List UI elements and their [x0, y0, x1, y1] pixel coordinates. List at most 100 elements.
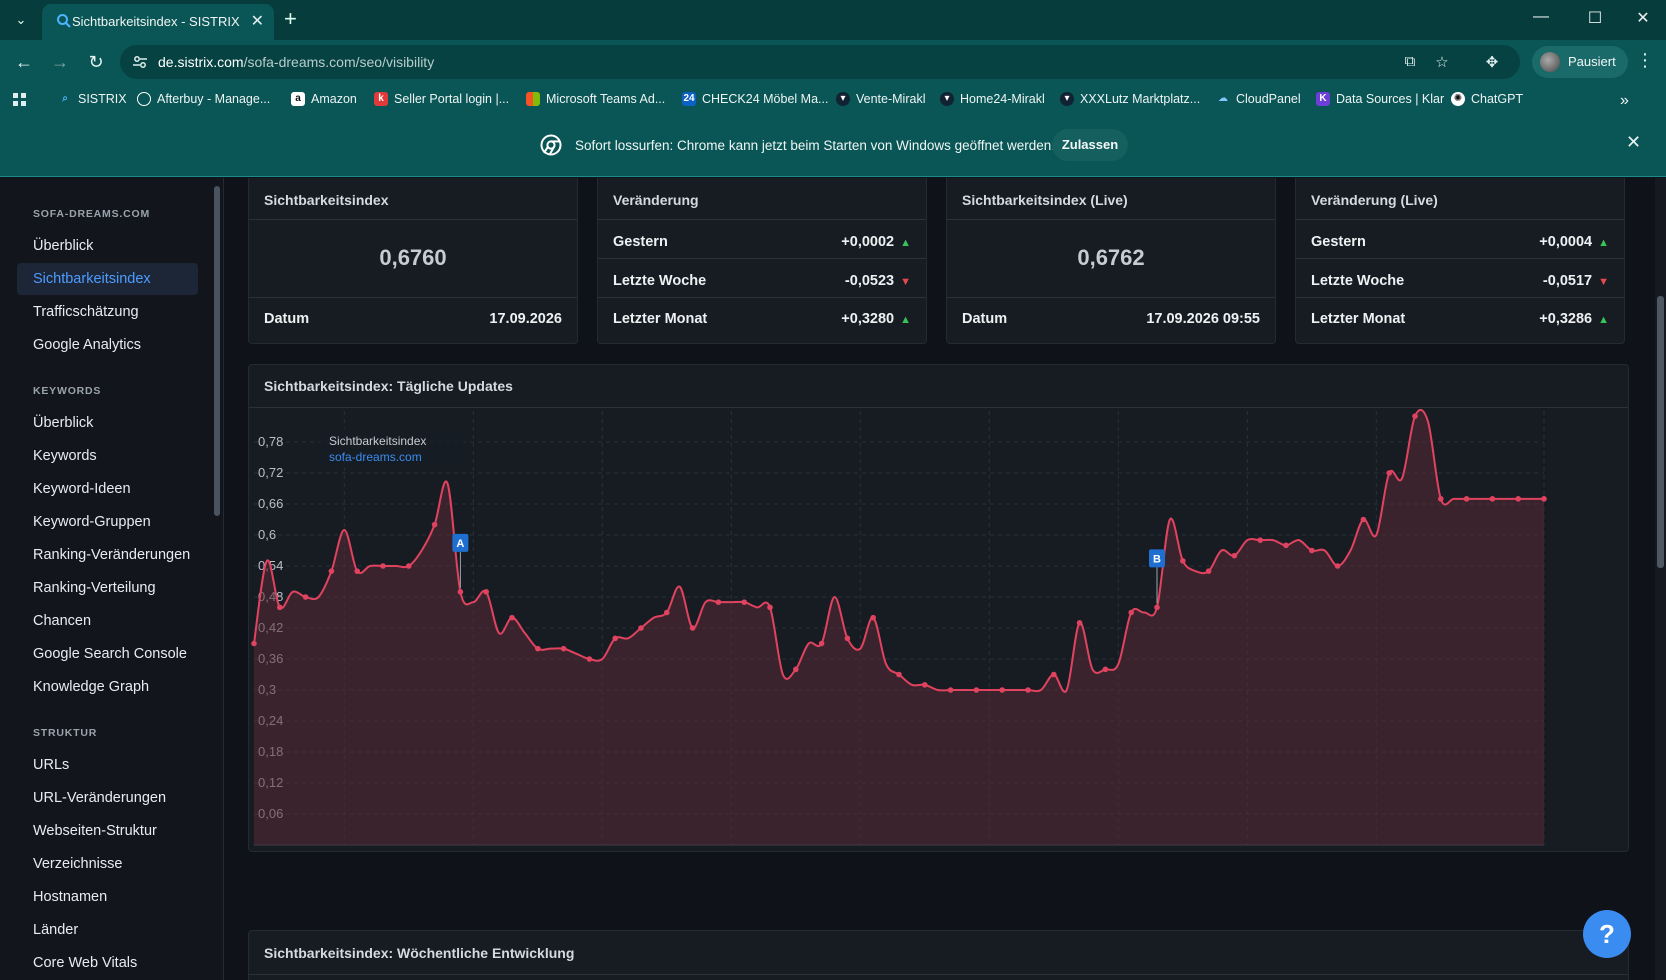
annotation-label: A	[456, 538, 464, 550]
bookmark-klar[interactable]: K Data Sources | Klar	[1316, 92, 1444, 106]
more-bookmarks-icon[interactable]: »	[1620, 92, 1629, 110]
bookmark-vente-mirakl[interactable]: ▾ Vente-Mirakl	[836, 92, 925, 106]
sidebar-item-ranking-distribution[interactable]: Ranking-Verteilung	[17, 572, 198, 604]
bookmark-afterbuy[interactable]: Afterbuy - Manage...	[137, 92, 270, 106]
sidebar-item-keywords[interactable]: Keywords	[17, 440, 198, 472]
data-point	[509, 614, 515, 621]
data-point	[586, 656, 593, 662]
sidebar-item-keyword-ideas[interactable]: Keyword-Ideen	[17, 473, 198, 505]
sidebar-item-countries[interactable]: Länder	[17, 914, 198, 946]
browser-menu-icon[interactable]: ⋮	[1636, 50, 1654, 71]
data-point	[483, 589, 489, 595]
sidebar-scrollbar[interactable]	[214, 186, 220, 516]
divider	[598, 258, 926, 259]
sidebar-item-visibility-index[interactable]: Sichtbarkeitsindex	[17, 263, 198, 295]
data-point	[922, 682, 928, 688]
tab-search-icon[interactable]: ⌄	[10, 10, 32, 30]
bookmarks-bar: ⌕ SISTRIX Afterbuy - Manage... a Amazon kS…	[0, 85, 1666, 115]
close-window-icon[interactable]: ✕	[1628, 8, 1658, 28]
data-point	[1386, 470, 1392, 476]
data-point	[1076, 620, 1083, 626]
mirakl-icon: ▾	[1060, 92, 1074, 106]
extensions-icon[interactable]: ✥	[1482, 53, 1502, 73]
sidebar-item-site-structure[interactable]: Webseiten-Struktur	[17, 815, 198, 847]
change-row-label: Gestern	[613, 234, 668, 250]
sidebar-item-overview[interactable]: Überblick	[17, 230, 198, 262]
sidebar: SOFA-DREAMS.COM Überblick Sichtbarkeitsi…	[0, 178, 224, 980]
data-point	[1489, 496, 1496, 502]
sidebar-item-keyword-groups[interactable]: Keyword-Gruppen	[17, 506, 198, 538]
change-row-label: Gestern	[1311, 234, 1366, 250]
chrome-logo-icon	[540, 134, 562, 156]
url-domain: de.sistrix.com	[158, 54, 244, 70]
bookmark-chatgpt[interactable]: ✺ ChatGPT	[1451, 92, 1523, 106]
sidebar-item-hostnames[interactable]: Hostnamen	[17, 881, 198, 913]
data-point	[1257, 537, 1263, 543]
data-point	[870, 614, 876, 621]
bookmark-amazon[interactable]: a Amazon	[291, 92, 357, 106]
sidebar-item-opportunities[interactable]: Chancen	[17, 605, 198, 637]
sidebar-item-keywords-overview[interactable]: Überblick	[17, 407, 198, 439]
trend-down-icon: ▼	[1598, 276, 1609, 288]
sidebar-item-google-analytics[interactable]: Google Analytics	[17, 329, 198, 361]
back-icon[interactable]: ←	[12, 52, 36, 72]
url-field[interactable]: de.sistrix.com/sofa-dreams.com/seo/visib…	[120, 45, 1520, 79]
data-point	[844, 635, 851, 642]
search-icon: ⌕	[62, 93, 68, 104]
bookmark-sistrix[interactable]: ⌕ SISTRIX	[58, 92, 126, 106]
browser-tab-bar: ⌄ Sichtbarkeitsindex - SISTRIX ✕ + — ☐ ✕	[0, 0, 1666, 40]
series-area	[254, 409, 1544, 845]
sidebar-section-keywords: KEYWORDS	[33, 385, 102, 397]
bookmark-xxxlutz[interactable]: ▾ XXXLutz Marktplatz...	[1060, 92, 1200, 106]
close-infobar-icon[interactable]: ✕	[1626, 132, 1641, 153]
sidebar-item-directories[interactable]: Verzeichnisse	[17, 848, 198, 880]
site-settings-icon[interactable]	[132, 54, 148, 70]
data-point	[302, 594, 309, 600]
minimize-icon[interactable]: —	[1526, 8, 1556, 26]
change-row-value: +0,0002 ▲	[841, 234, 911, 250]
visibility-chart[interactable]: 0,060,120,180,240,30,360,420,480,540,60,…	[249, 408, 1630, 853]
data-point	[328, 568, 335, 574]
profile-button[interactable]: Pausiert	[1532, 46, 1628, 78]
change-row-label: Letzter Monat	[613, 311, 708, 327]
browser-tab-active[interactable]: Sichtbarkeitsindex - SISTRIX ✕	[42, 4, 274, 40]
forward-icon[interactable]: →	[48, 52, 72, 72]
maximize-icon[interactable]: ☐	[1580, 8, 1610, 28]
change-row-value: -0,0517 ▼	[1542, 273, 1609, 289]
bookmark-home24-mirakl[interactable]: ▾ Home24-Mirakl	[940, 92, 1045, 106]
sidebar-item-ranking-changes[interactable]: Ranking-Veränderungen	[17, 539, 198, 571]
data-point	[1051, 671, 1057, 678]
data-point	[689, 625, 696, 631]
bookmark-seller-portal[interactable]: k Seller Portal login |...	[374, 92, 509, 106]
main-content: Sichtbarkeitsindex 0,6760 Datum 17.09.20…	[225, 178, 1666, 980]
bookmark-cloudpanel[interactable]: ☁ CloudPanel	[1216, 92, 1301, 106]
change-live-card: Veränderung (Live) Gestern +0,0004 ▲ Letz…	[1295, 178, 1625, 344]
sidebar-item-knowledge-graph[interactable]: Knowledge Graph	[17, 671, 198, 703]
sidebar-item-urls[interactable]: URLs	[17, 749, 198, 781]
chatgpt-icon: ✺	[1451, 92, 1465, 106]
install-app-icon[interactable]: ⧉	[1400, 53, 1420, 73]
allow-button[interactable]: Zulassen	[1052, 129, 1128, 161]
data-point	[354, 568, 360, 574]
sidebar-item-url-changes[interactable]: URL-Veränderungen	[17, 782, 198, 814]
help-button[interactable]: ?	[1583, 910, 1631, 958]
chart-title: Sichtbarkeitsindex: Tägliche Updates	[264, 378, 513, 394]
reload-icon[interactable]: ↻	[84, 52, 108, 72]
apps-grid-icon[interactable]	[12, 92, 28, 108]
main-scrollbar[interactable]	[1655, 178, 1666, 980]
data-point	[741, 599, 747, 605]
trend-down-icon: ▼	[900, 276, 911, 288]
scrollbar-thumb[interactable]	[1657, 296, 1664, 568]
data-point	[638, 625, 644, 631]
mirakl-icon: ▾	[836, 92, 850, 106]
close-tab-icon[interactable]: ✕	[251, 11, 264, 31]
sidebar-item-search-console[interactable]: Google Search Console	[17, 638, 198, 670]
bookmark-microsoft-teams[interactable]: Microsoft Teams Ad...	[526, 92, 665, 106]
sidebar-item-traffic-estimate[interactable]: Trafficschätzung	[17, 296, 198, 328]
new-tab-icon[interactable]: +	[284, 8, 297, 30]
bookmark-check24[interactable]: 24 CHECK24 Möbel Ma...	[682, 92, 828, 106]
bookmark-star-icon[interactable]: ☆	[1432, 53, 1452, 73]
sidebar-item-core-web-vitals[interactable]: Core Web Vitals	[17, 947, 198, 979]
sistrix-favicon-icon	[57, 14, 71, 28]
data-point	[1309, 547, 1315, 554]
